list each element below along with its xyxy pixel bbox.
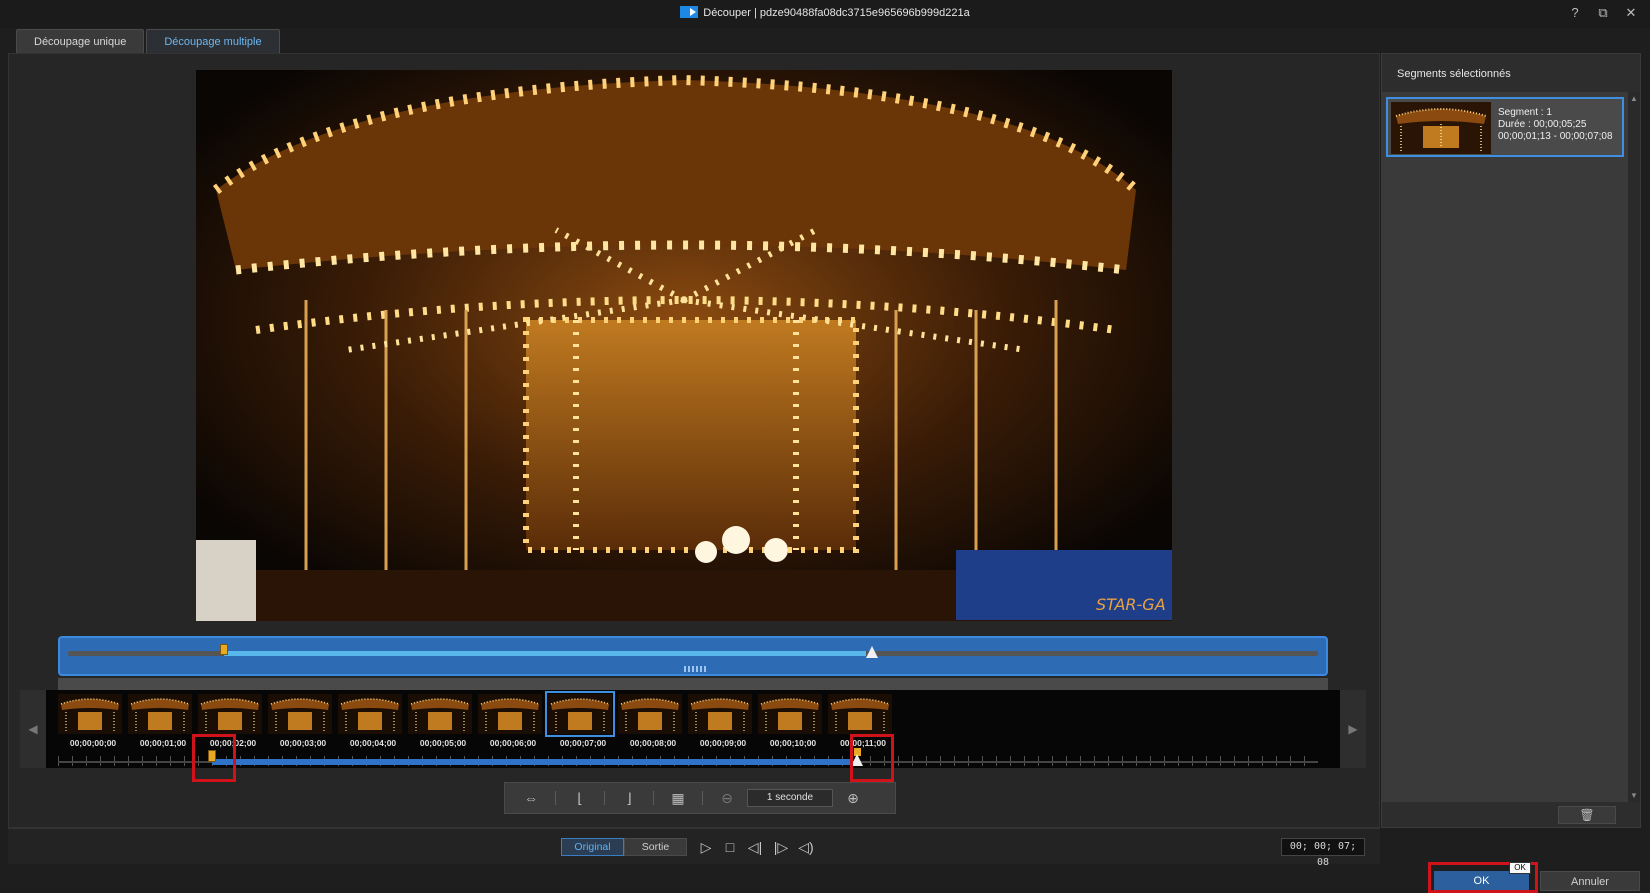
segment-item[interactable]: Segment : 1 Durée : 00;00;05;25 00;00;01… <box>1386 97 1624 157</box>
thumbnail-image <box>688 694 752 734</box>
timeline-thumbnail[interactable] <box>198 694 262 734</box>
window-controls: ? ⧉ ✕ <box>1568 5 1638 21</box>
timeline-time-label: 00;00;07;00 <box>559 738 607 748</box>
swap-icon[interactable]: ⇔ <box>517 788 545 808</box>
thumbnail-image <box>618 694 682 734</box>
toolbar-separator <box>702 791 703 805</box>
preview-seek-bar[interactable] <box>58 636 1328 676</box>
selected-segments-panel: Segments sélectionnés Segment : 1 Durée … <box>1381 53 1641 828</box>
thumbnail-image <box>408 694 472 734</box>
seek-selected-range <box>224 651 866 656</box>
timeline-thumbnail[interactable] <box>408 694 472 734</box>
segment-range: 00;00;01;13 - 00;00;07;08 <box>1498 131 1613 142</box>
zoom-out-icon[interactable]: ⊖ <box>713 788 741 808</box>
delete-segment-button[interactable]: 🗑 <box>1558 806 1616 824</box>
original-toggle[interactable]: Original <box>561 838 624 856</box>
timeline-time-label: 00;00;01;00 <box>139 738 187 748</box>
timeline-strip: 00;00;00;00 00;00;01;00 00;00;02;00 00;00;0… <box>46 690 1340 768</box>
seek-bar-divider[interactable] <box>58 678 1328 690</box>
timeline-time-label: 00;00;05;00 <box>419 738 467 748</box>
segment-duration: Durée : 00;00;05;25 <box>1498 119 1587 130</box>
cancel-button[interactable]: Annuler <box>1540 871 1640 891</box>
seek-playhead[interactable] <box>866 646 878 658</box>
timeline-thumbnail[interactable] <box>268 694 332 734</box>
thumbnail-image <box>478 694 542 734</box>
toolbar-separator <box>604 791 605 805</box>
video-preview: STAR-GA <box>196 70 1172 621</box>
timeline-time-label: 00;00;08;00 <box>629 738 677 748</box>
thumbnail-image <box>198 694 262 734</box>
panel-title: Segments sélectionnés <box>1397 68 1511 80</box>
highlight-mark-out <box>850 734 894 782</box>
scroll-up-arrow-icon[interactable]: ▲ <box>1628 94 1640 103</box>
timeline-time-label: 00;00;03;00 <box>279 738 327 748</box>
prev-frame-icon[interactable]: ◁| <box>745 839 765 856</box>
thumbnail-image <box>828 694 892 734</box>
toolbar-separator <box>555 791 556 805</box>
thumbnail-image <box>758 694 822 734</box>
thumbnail-image <box>548 694 612 734</box>
segment-thumbnail <box>1391 102 1491 154</box>
thumbnail-image <box>338 694 402 734</box>
seek-resize-grip[interactable] <box>684 666 708 672</box>
timeline-time-label: 00;00;06;00 <box>489 738 537 748</box>
playback-bar: Original Sortie ▷ □ ◁| |▷ ◁) 00; 00; 07;… <box>8 828 1380 868</box>
timeline-thumbnail[interactable] <box>758 694 822 734</box>
seek-mark-in-handle[interactable] <box>220 644 228 655</box>
scroll-down-arrow-icon[interactable]: ▼ <box>1628 791 1640 800</box>
timeline-time-label: 00;00;10;00 <box>769 738 817 748</box>
thumbnail-strip <box>58 691 892 737</box>
ok-tooltip: OK <box>1509 862 1531 874</box>
timeline-time-label: 00;00;09;00 <box>699 738 747 748</box>
svg-text:STAR-GA: STAR-GA <box>1096 595 1166 614</box>
tab-single-trim[interactable]: Découpage unique <box>16 29 145 53</box>
stop-icon[interactable]: □ <box>720 839 740 855</box>
trash-icon: 🗑 <box>1579 808 1595 822</box>
timeline-thumbnail[interactable] <box>545 691 615 737</box>
volume-icon[interactable]: ◁) <box>796 839 816 856</box>
segment-thumbnail-image <box>1391 102 1491 154</box>
play-icon[interactable]: ▷ <box>696 839 716 856</box>
segment-name: Segment : 1 <box>1498 107 1552 118</box>
tab-multi-trim[interactable]: Découpage multiple <box>146 29 280 53</box>
trim-mode-tabs: Découpage unique Découpage multiple <box>16 29 280 53</box>
timecode-display[interactable]: 00; 00; 07; 08 <box>1281 838 1365 868</box>
timeline-thumbnail[interactable] <box>828 694 892 734</box>
timeline-time-label: 00;00;04;00 <box>349 738 397 748</box>
restore-button[interactable]: ⧉ <box>1596 5 1610 21</box>
help-button[interactable]: ? <box>1568 5 1582 21</box>
timeline-thumbnail[interactable] <box>618 694 682 734</box>
mark-out-icon[interactable]: ⌋ <box>615 788 643 808</box>
title-bar: Découper | pdze90488fa08dc3715e965696b99… <box>0 0 1650 28</box>
timeline-selected-range <box>212 759 852 765</box>
thumbnail-image <box>128 694 192 734</box>
timeline-thumbnail[interactable] <box>128 694 192 734</box>
window-title: Découper | pdze90488fa08dc3715e965696b99… <box>0 6 1650 19</box>
output-toggle[interactable]: Sortie <box>624 838 687 856</box>
timeline-thumbnail[interactable] <box>58 694 122 734</box>
close-button[interactable]: ✕ <box>1624 5 1638 21</box>
timeline-thumbnail[interactable] <box>338 694 402 734</box>
toolbar-separator <box>653 791 654 805</box>
segment-info: Segment : 1 Durée : 00;00;05;25 00;00;01… <box>1498 107 1613 143</box>
next-frame-icon[interactable]: |▷ <box>771 839 791 856</box>
zoom-level-field[interactable]: 1 seconde <box>747 789 833 807</box>
mark-in-icon[interactable]: ⌊ <box>566 788 594 808</box>
carousel-image: STAR-GA <box>196 70 1172 621</box>
segment-list: Segment : 1 Durée : 00;00;05;25 00;00;01… <box>1382 92 1630 802</box>
app-logo-icon <box>680 6 699 18</box>
highlight-mark-in <box>192 734 236 782</box>
zoom-in-icon[interactable]: ⊕ <box>839 788 867 808</box>
multi-trim-icon[interactable]: ▦ <box>664 788 692 808</box>
timeline-toolbar: ⇔ ⌊ ⌋ ▦ ⊖ 1 seconde ⊕ <box>504 782 896 814</box>
timeline-scroll-right-button[interactable]: ▶ <box>1340 690 1366 768</box>
timeline-thumbnail[interactable] <box>478 694 542 734</box>
thumbnail-image <box>58 694 122 734</box>
timeline-thumbnail[interactable] <box>688 694 752 734</box>
timeline-time-label: 00;00;00;00 <box>69 738 117 748</box>
thumbnail-image <box>268 694 332 734</box>
timeline-ruler-labels: 00;00;00;00 00;00;01;00 00;00;02;00 00;00;0… <box>58 738 898 748</box>
timeline-scroll-left-button[interactable]: ◀ <box>20 690 46 768</box>
segment-list-scrollbar[interactable]: ▲ ▼ <box>1628 92 1640 802</box>
